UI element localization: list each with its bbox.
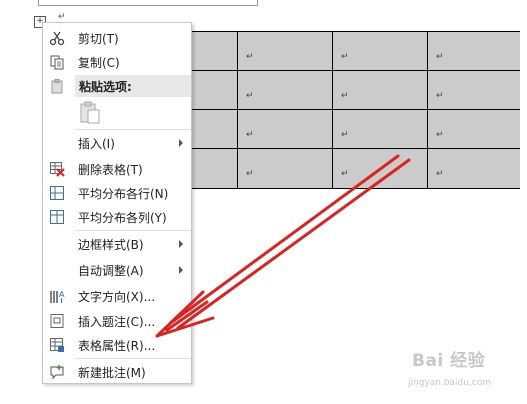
table-properties-icon [49,337,65,353]
selected-table[interactable]: ↵ ↵ ↵ ↵ ↵ ↵ ↵ ↵ ↵ ↵ ↵ ↵ [186,31,520,189]
submenu-arrow-icon [179,266,183,274]
menu-item-text-direction[interactable]: A 文字方向(X)... [43,284,191,308]
menu-item-border-styles[interactable]: 边框样式(B) [43,232,191,256]
watermark-url: jingyan.baidu.com [408,378,492,388]
menu-item-label: 自动调整(A) [78,264,144,278]
cell-mark: ↵ [246,91,254,101]
distribute-columns-icon [49,209,65,225]
paste-options-label: 粘贴选项: [79,80,132,94]
submenu-arrow-icon [179,139,183,147]
distribute-rows-icon [49,185,65,201]
cell-mark: ↵ [436,91,444,101]
menu-separator [75,358,191,359]
menu-item-insert-caption[interactable]: 插入题注(C)... [43,309,191,333]
cell-mark: ↵ [341,130,349,140]
cell-mark: ↵ [436,52,444,62]
menu-item-label: 平均分布各列(Y) [78,211,167,225]
scissors-icon [49,30,65,46]
menu-item-distribute-rows[interactable]: 平均分布各行(N) [43,181,191,205]
cell-mark: ↵ [341,169,349,179]
table-column-border [332,32,333,188]
cell-mark: ↵ [341,52,349,62]
menu-item-copy[interactable]: 复制(C) [43,50,191,74]
table-column-border [427,32,428,188]
menu-separator [75,230,191,231]
table-context-menu: 剪切(T) 复制(C) 粘贴选项: 插入(I) 删除表格(T) 平均分布各行(N… [42,22,192,384]
menu-item-label: 剪切(T) [78,32,119,46]
menu-item-new-comment[interactable]: 新建批注(M) [43,360,191,384]
menu-item-label: 边框样式(B) [78,238,144,252]
copy-icon [49,54,65,70]
menu-item-label: 插入(I) [78,137,115,151]
menu-item-label: 平均分布各行(N) [78,187,169,201]
paste-options-header: 粘贴选项: [75,75,191,97]
menu-item-insert[interactable]: 插入(I) [43,131,191,155]
menu-item-label: 表格属性(R)... [78,339,156,353]
new-comment-icon [49,364,65,380]
menu-item-distribute-columns[interactable]: 平均分布各列(Y) [43,205,191,229]
paste-option-keep-formatting[interactable] [43,99,191,127]
paragraph-mark: ↵ [58,12,66,22]
menu-item-autofit[interactable]: 自动调整(A) [43,258,191,282]
insert-caption-icon [49,313,65,329]
cell-mark: ↵ [246,169,254,179]
svg-text:A: A [59,290,65,299]
menu-separator [75,129,191,130]
cell-mark: ↵ [341,91,349,101]
menu-item-label: 新建批注(M) [78,366,146,380]
menu-item-cut[interactable]: 剪切(T) [43,26,191,50]
cell-mark: ↵ [246,52,254,62]
submenu-arrow-icon [179,240,183,248]
delete-table-icon [49,161,65,177]
menu-item-label: 插入题注(C)... [78,315,156,329]
cell-mark: ↵ [436,130,444,140]
table-column-border [237,32,238,188]
menu-item-delete-table[interactable]: 删除表格(T) [43,157,191,181]
menu-item-label: 删除表格(T) [78,163,143,177]
previous-table-border [38,0,258,6]
menu-item-label: 文字方向(X)... [78,290,156,304]
text-direction-icon: A [49,288,65,304]
paste-icon [49,78,65,94]
clipboard-icon [79,101,101,125]
menu-item-label: 复制(C) [78,56,120,70]
cell-mark: ↵ [246,130,254,140]
watermark-logo: Bai 经验 [412,351,486,371]
cell-mark: ↵ [436,169,444,179]
menu-item-table-properties[interactable]: 表格属性(R)... [43,333,191,357]
